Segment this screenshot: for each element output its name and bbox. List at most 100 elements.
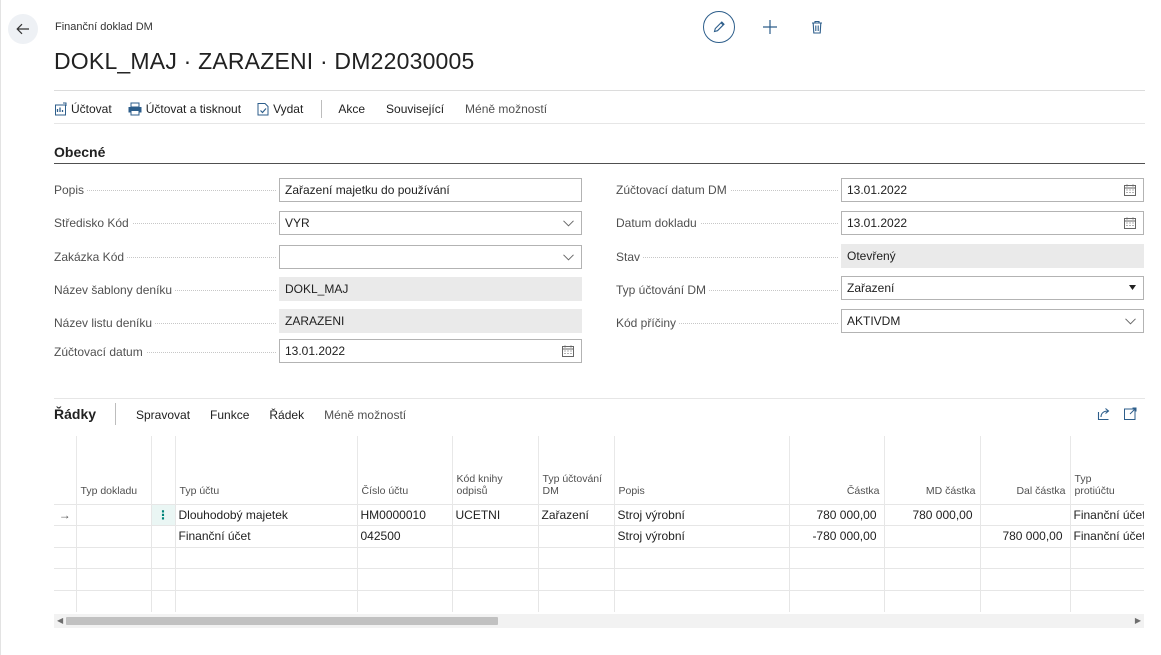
col-amount[interactable]: Částka	[788, 436, 884, 504]
project-code-field[interactable]	[279, 245, 582, 269]
empty-cell[interactable]	[174, 589, 357, 612]
empty-cell[interactable]	[613, 568, 789, 590]
account-type-cell[interactable]: Finanční účet	[174, 525, 357, 547]
description-cell[interactable]: Stroj výrobní	[613, 525, 789, 547]
table-row[interactable]	[54, 568, 1144, 590]
department-code-field[interactable]: VYR	[279, 211, 582, 235]
share-button[interactable]	[1097, 407, 1111, 421]
new-button[interactable]	[762, 19, 778, 35]
reason-code-field[interactable]: AKTIVDM	[841, 309, 1144, 333]
account-type-cell[interactable]: Dlouhodobý majetek	[174, 503, 357, 526]
delete-button[interactable]	[811, 20, 823, 34]
expand-button[interactable]	[1124, 407, 1137, 420]
fewer-options-menu[interactable]: Méně možností	[465, 102, 547, 116]
credit-cell[interactable]	[979, 503, 1070, 526]
empty-cell[interactable]	[174, 568, 357, 590]
empty-cell[interactable]	[451, 546, 538, 569]
empty-cell[interactable]	[174, 546, 357, 569]
empty-cell[interactable]	[883, 568, 980, 590]
actions-menu[interactable]: Akce	[338, 102, 365, 116]
empty-cell[interactable]	[451, 568, 538, 590]
col-depr-book[interactable]: Kód knihy odpisů	[451, 436, 538, 504]
lines-manage-menu[interactable]: Spravovat	[136, 408, 190, 422]
scroll-left-icon[interactable]: ◀	[57, 616, 63, 625]
empty-cell[interactable]	[356, 568, 452, 590]
back-button[interactable]	[8, 14, 38, 44]
post-print-button[interactable]: Účtovat a tisknout	[127, 102, 241, 116]
scroll-right-icon[interactable]: ▶	[1135, 616, 1141, 625]
general-section-title[interactable]: Obecné	[54, 144, 105, 160]
empty-cell[interactable]	[537, 589, 614, 612]
empty-cell[interactable]	[1069, 568, 1144, 590]
depr-book-cell[interactable]: UCETNI	[451, 503, 538, 526]
empty-cell[interactable]	[788, 546, 884, 569]
col-depr-book-line2: odpisů	[456, 484, 488, 497]
empty-cell[interactable]	[613, 589, 789, 612]
empty-cell[interactable]	[451, 589, 538, 612]
scrollbar-thumb[interactable]	[66, 617, 498, 625]
empty-cell[interactable]	[356, 589, 452, 612]
fa-posting-date-field[interactable]: 13.01.2022	[841, 178, 1144, 202]
empty-cell[interactable]	[75, 589, 151, 612]
table-row[interactable]: → ⋮ Dlouhodobý majetek HM0000010 UCETNI …	[54, 503, 1144, 526]
credit-cell[interactable]: 780 000,00	[979, 525, 1070, 547]
table-row[interactable]	[54, 546, 1144, 569]
release-button[interactable]: Vydat	[256, 102, 303, 116]
related-menu[interactable]: Související	[386, 102, 444, 116]
col-bal-type[interactable]: Typ protiúčtu	[1069, 436, 1144, 504]
fa-posting-cell[interactable]	[537, 525, 614, 547]
empty-cell[interactable]	[788, 568, 884, 590]
empty-cell[interactable]	[883, 589, 980, 612]
lines-fewer-options-menu[interactable]: Méně možností	[324, 408, 406, 422]
fa-posting-cell[interactable]: Zařazení	[537, 503, 614, 526]
account-no-cell[interactable]: HM0000010	[356, 503, 452, 526]
debit-cell[interactable]	[883, 525, 980, 547]
posting-date-field[interactable]: 13.01.2022	[279, 339, 582, 363]
empty-cell[interactable]	[979, 589, 1070, 612]
row-menu-button[interactable]: ⋮	[150, 503, 175, 526]
post-button[interactable]: Účtovat	[54, 102, 112, 116]
col-description[interactable]: Popis	[613, 436, 789, 504]
col-account-type[interactable]: Typ účtu	[174, 436, 357, 504]
amount-cell[interactable]: -780 000,00	[788, 525, 884, 547]
bal-type-cell[interactable]: Finanční účet	[1069, 503, 1144, 526]
empty-cell[interactable]	[537, 546, 614, 569]
edit-button[interactable]	[703, 11, 735, 43]
horizontal-scrollbar[interactable]: ◀ ▶	[54, 614, 1144, 628]
empty-cell[interactable]	[75, 546, 151, 569]
table-row[interactable]	[54, 589, 1144, 612]
lines-functions-menu[interactable]: Funkce	[210, 408, 249, 422]
description-cell[interactable]: Stroj výrobní	[613, 503, 789, 526]
empty-cell[interactable]	[75, 568, 151, 590]
empty-cell[interactable]	[883, 546, 980, 569]
debit-cell[interactable]: 780 000,00	[883, 503, 980, 526]
col-doc-type[interactable]: Typ dokladu	[75, 436, 151, 504]
empty-cell[interactable]	[788, 589, 884, 612]
lines-menu: Spravovat Funkce Řádek Méně možností	[136, 408, 426, 422]
amount-cell[interactable]: 780 000,00	[788, 503, 884, 526]
project-code-label: Zakázka Kód	[54, 250, 276, 264]
fa-posting-type-select[interactable]: Zařazení	[841, 276, 1144, 300]
col-debit[interactable]: MD částka	[883, 436, 980, 504]
lines-section-title[interactable]: Řádky	[54, 406, 96, 422]
empty-cell[interactable]	[1069, 589, 1144, 612]
empty-cell[interactable]	[356, 546, 452, 569]
empty-cell[interactable]	[537, 568, 614, 590]
doc-type-cell[interactable]	[75, 503, 151, 526]
col-credit[interactable]: Dal částka	[979, 436, 1070, 504]
release-icon	[257, 103, 269, 116]
document-date-field[interactable]: 13.01.2022	[841, 211, 1144, 235]
col-account-no[interactable]: Číslo účtu	[356, 436, 452, 504]
col-fa-posting[interactable]: Typ účtování DM	[537, 436, 614, 504]
table-row[interactable]: Finanční účet 042500 Stroj výrobní -780 …	[54, 525, 1144, 547]
empty-cell[interactable]	[1069, 546, 1144, 569]
empty-cell[interactable]	[979, 546, 1070, 569]
lines-line-menu[interactable]: Řádek	[269, 408, 304, 422]
empty-cell[interactable]	[979, 568, 1070, 590]
depr-book-cell[interactable]	[451, 525, 538, 547]
description-field[interactable]: Zařazení majetku do používání	[279, 178, 582, 202]
doc-type-cell[interactable]	[75, 525, 151, 547]
bal-type-cell[interactable]: Finanční účet	[1069, 525, 1144, 547]
account-no-cell[interactable]: 042500	[356, 525, 452, 547]
empty-cell[interactable]	[613, 546, 789, 569]
